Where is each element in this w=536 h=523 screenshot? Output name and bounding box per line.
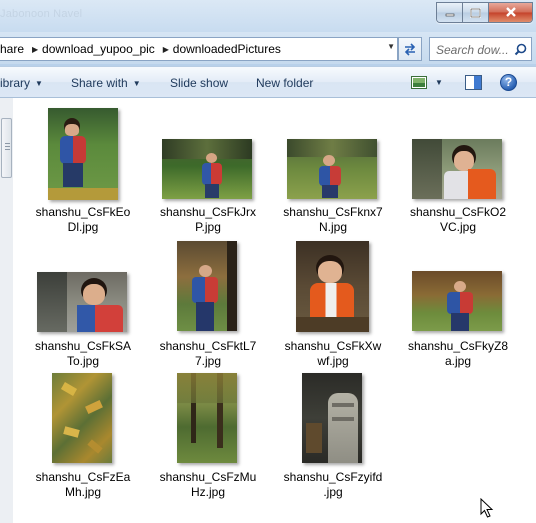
- breadcrumb-arrow-icon[interactable]: ▶: [159, 45, 173, 54]
- file-name: shanshu_CsFkEo Dl.jpg: [35, 205, 131, 234]
- window-title: Jabonoon Navel: [0, 8, 83, 20]
- maximize-icon: [470, 7, 481, 18]
- file-name: shanshu_CsFzMu Hz.jpg: [159, 470, 257, 499]
- mouse-cursor-icon: [480, 497, 494, 521]
- view-dropdown-icon[interactable]: ▼: [435, 78, 443, 87]
- search-icon[interactable]: [514, 43, 527, 59]
- image-thumbnail: [52, 373, 112, 463]
- address-dropdown-icon[interactable]: ▼: [387, 42, 395, 51]
- image-thumbnail: [48, 108, 118, 200]
- image-thumbnail: [37, 272, 127, 332]
- file-name: shanshu_CsFkSA To.jpg: [34, 339, 132, 368]
- file-name: shanshu_CsFzyifd .jpg: [283, 470, 383, 499]
- image-thumbnail: [177, 241, 237, 331]
- image-thumbnail: [177, 373, 237, 463]
- title-bar: Jabonoon Navel: [0, 0, 536, 32]
- file-name: shanshu_CsFkyZ8 a.jpg: [407, 339, 509, 368]
- file-name: shanshu_CsFkJrx P.jpg: [159, 205, 257, 234]
- caption-buttons: [436, 2, 533, 23]
- vertical-scrollbar[interactable]: [0, 98, 13, 523]
- close-button[interactable]: [489, 3, 532, 22]
- close-icon: [505, 7, 516, 17]
- search-input[interactable]: Search dow...: [429, 37, 532, 61]
- refresh-button[interactable]: [398, 37, 422, 61]
- image-thumbnail: [412, 271, 502, 331]
- image-thumbnail: [412, 139, 502, 199]
- refresh-icon: [404, 43, 416, 56]
- image-thumbnail: [302, 373, 362, 463]
- file-view: shanshu_CsFkEo Dl.jpg shanshu_CsFkJrx P.…: [0, 98, 536, 523]
- grip-line: [5, 146, 10, 147]
- change-view-icon[interactable]: [411, 76, 427, 92]
- file-name: shanshu_CsFzEa Mh.jpg: [35, 470, 131, 499]
- search-placeholder: Search dow...: [436, 43, 509, 57]
- library-label: ibrary: [0, 76, 31, 90]
- minimize-button[interactable]: [437, 3, 463, 22]
- breadcrumb-download[interactable]: download_yupoo_pic: [42, 42, 159, 56]
- chevron-down-icon: ▼: [132, 79, 141, 88]
- maximize-button[interactable]: [463, 3, 489, 22]
- image-thumbnail: [162, 139, 252, 199]
- share-label: Share with: [71, 76, 128, 90]
- help-icon[interactable]: ?: [500, 74, 517, 91]
- grip-line: [5, 143, 10, 144]
- breadcrumb-current[interactable]: downloadedPictures: [173, 42, 285, 56]
- address-bar[interactable]: hare ▶ download_yupoo_pic ▶ downloadedPi…: [0, 37, 398, 61]
- breadcrumb-share[interactable]: hare: [0, 42, 28, 56]
- chevron-down-icon: ▼: [35, 79, 43, 88]
- include-in-library-button[interactable]: ibrary ▼: [0, 76, 43, 90]
- file-name: shanshu_CsFkO2 VC.jpg: [409, 205, 507, 234]
- minimize-icon: [445, 13, 454, 16]
- command-bar: ibrary ▼ Share with ▼ Slide show New folde…: [0, 66, 536, 98]
- file-name: shanshu_CsFktL7 7.jpg: [159, 339, 257, 368]
- file-name: shanshu_CsFkXw wf.jpg: [284, 339, 382, 368]
- address-row: hare ▶ download_yupoo_pic ▶ downloadedPi…: [0, 32, 536, 64]
- image-thumbnail: [287, 139, 377, 199]
- file-name: shanshu_CsFknx7 N.jpg: [283, 205, 383, 234]
- breadcrumb-arrow-icon[interactable]: ▶: [28, 45, 42, 54]
- share-with-button[interactable]: Share with ▼: [71, 76, 141, 90]
- slide-show-button[interactable]: Slide show: [170, 76, 228, 90]
- grip-line: [5, 149, 10, 150]
- scrollbar-thumb[interactable]: [1, 118, 12, 178]
- new-folder-button[interactable]: New folder: [256, 76, 313, 90]
- preview-pane-icon[interactable]: [465, 75, 482, 93]
- image-thumbnail: [296, 241, 369, 332]
